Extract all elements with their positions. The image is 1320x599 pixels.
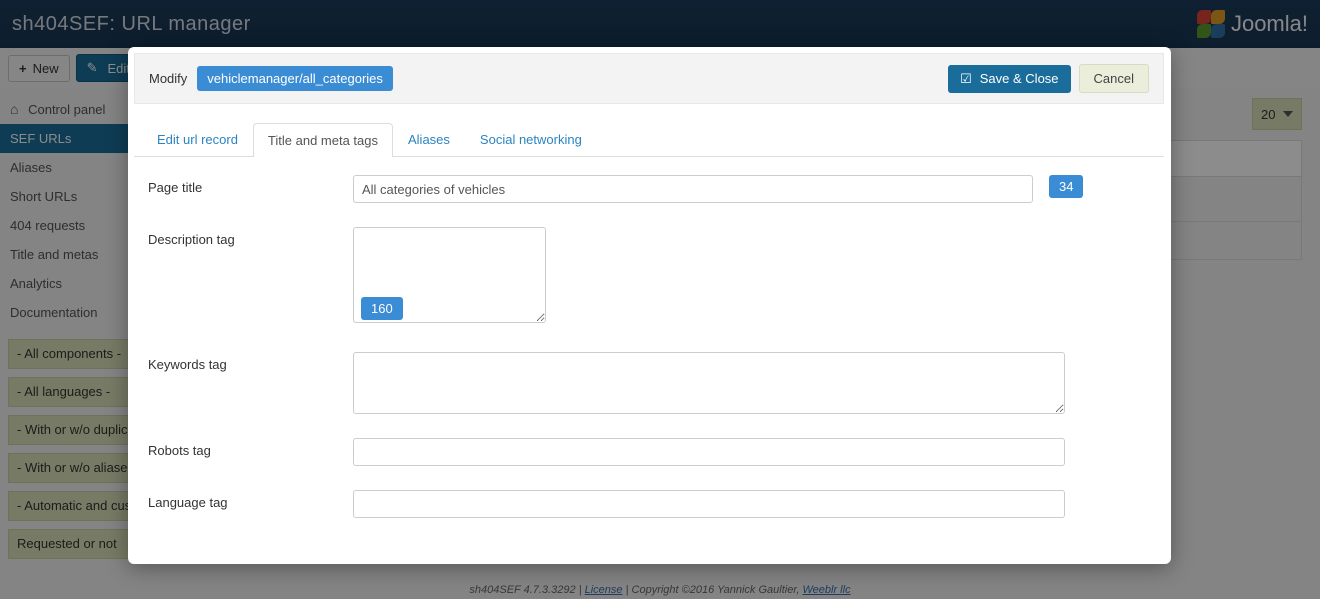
form-area: Page title 34 Description tag 160 Keywor… [134, 157, 1164, 538]
edit-modal: × Modify vehiclemanager/all_categories S… [128, 47, 1171, 564]
row-robots: Robots tag [148, 438, 1150, 466]
save-close-button[interactable]: Save & Close [948, 65, 1070, 93]
tab-aliases[interactable]: Aliases [393, 122, 465, 156]
page-title-input[interactable] [353, 175, 1033, 203]
modal-tabs: Edit url record Title and meta tags Alia… [134, 122, 1164, 157]
language-label: Language tag [148, 490, 353, 510]
row-page-title: Page title 34 [148, 175, 1150, 203]
tab-title-and-meta-tags[interactable]: Title and meta tags [253, 123, 393, 157]
language-input[interactable] [353, 490, 1065, 518]
keywords-textarea[interactable] [353, 352, 1065, 414]
save-icon [960, 71, 974, 87]
row-language: Language tag [148, 490, 1150, 518]
robots-input[interactable] [353, 438, 1065, 466]
description-counter: 160 [361, 297, 403, 320]
url-pill: vehiclemanager/all_categories [197, 66, 393, 91]
modal-header-actions: Save & Close Cancel [948, 64, 1149, 93]
robots-label: Robots tag [148, 438, 353, 458]
row-keywords: Keywords tag [148, 352, 1150, 414]
tab-social-networking[interactable]: Social networking [465, 122, 597, 156]
cancel-button[interactable]: Cancel [1079, 64, 1149, 93]
modify-label: Modify [149, 71, 187, 86]
modal-scroll-area[interactable]: Modify vehiclemanager/all_categories Sav… [134, 53, 1165, 558]
keywords-label: Keywords tag [148, 352, 353, 372]
save-close-label: Save & Close [980, 71, 1059, 86]
modal-header: Modify vehiclemanager/all_categories Sav… [134, 53, 1164, 104]
row-description: Description tag 160 [148, 227, 1150, 328]
description-label: Description tag [148, 227, 353, 247]
tab-edit-url-record[interactable]: Edit url record [142, 122, 253, 156]
page-title-counter: 34 [1049, 175, 1083, 198]
page-title-label: Page title [148, 175, 353, 195]
